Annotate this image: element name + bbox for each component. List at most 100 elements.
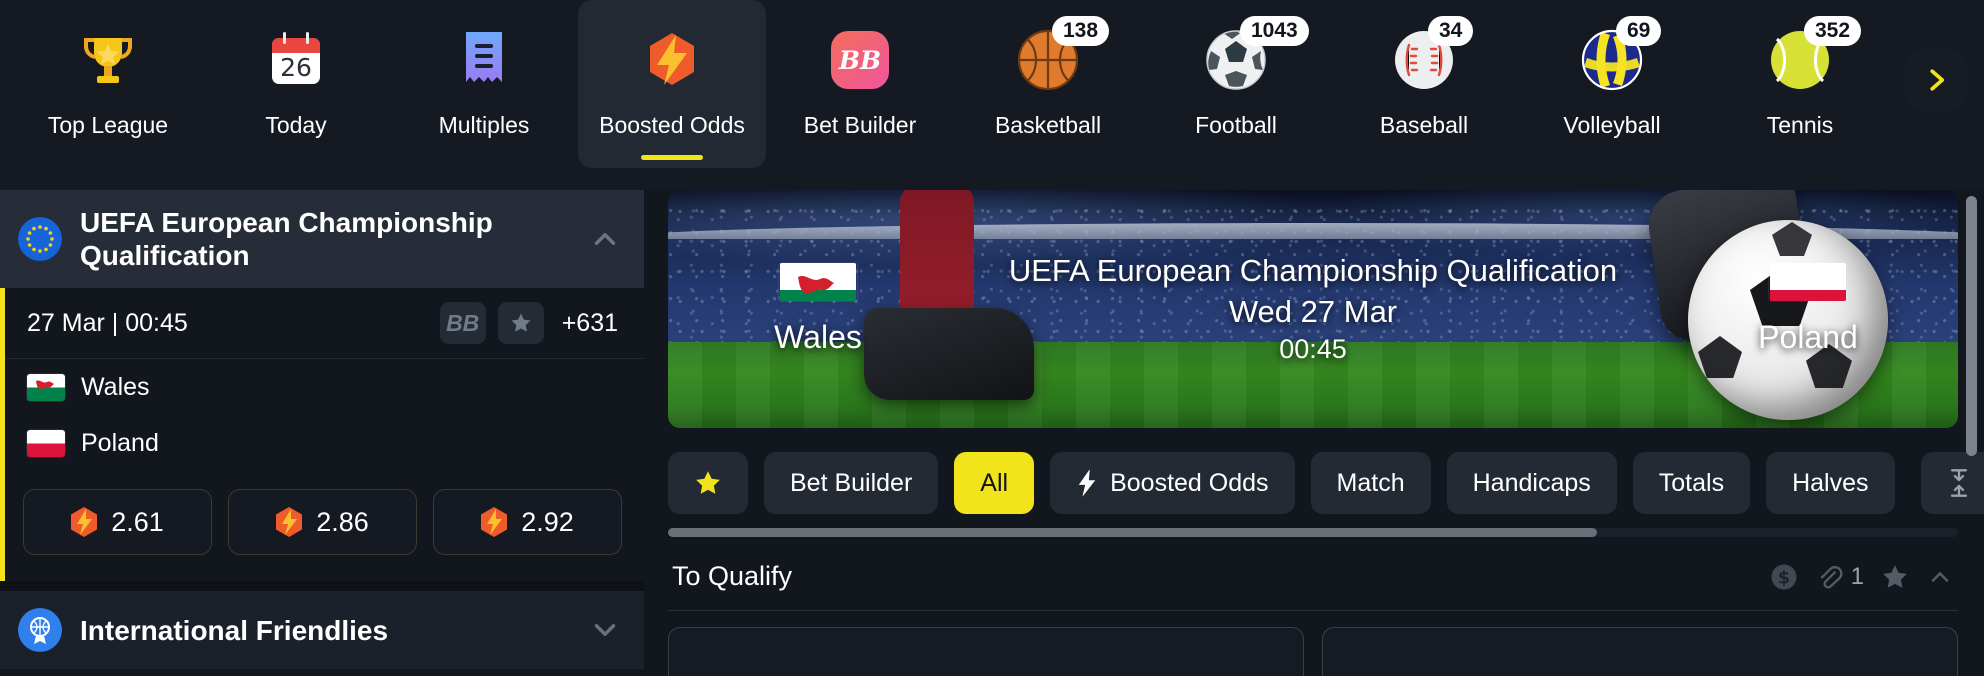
filters-horizontal-scrollbar[interactable] [668,528,1958,537]
filter-label: Halves [1792,468,1869,497]
poland-flag-icon [1769,262,1847,301]
bet-builder-bb-icon: BB [822,22,898,98]
match-detail-panel: Wales UEFA European Championship Qualifi… [668,190,1984,676]
hero-team-name: Poland [1758,318,1858,355]
hero-kickoff-time: 00:45 [1279,333,1347,364]
active-tab-indicator [641,155,703,160]
filter-bet-builder[interactable]: Bet Builder [764,452,939,514]
team-row-home: Wales [5,359,644,415]
nav-item-baseball[interactable]: 34 Baseball [1330,0,1518,168]
filter-match[interactable]: Match [1310,452,1431,514]
filter-label: All [980,468,1009,497]
boosted-lightning-icon [71,507,98,538]
nav-badge: 138 [1052,16,1110,47]
hero-match-info: UEFA European Championship Qualification… [968,253,1658,365]
tennis-ball-icon: 352 [1762,16,1862,98]
star-icon [511,313,531,332]
market-title: To Qualify [672,561,793,591]
market-link-count: 1 [1850,562,1864,590]
nav-item-boosted-odds[interactable]: Boosted Odds [578,0,766,168]
market-header[interactable]: To Qualify $ 1 [668,557,1958,611]
page-vertical-scrollbar[interactable] [1966,196,1977,666]
primary-nav: Top League 26 Today Multiples Boosted Od… [0,0,1984,190]
chevron-down-icon[interactable] [588,613,622,647]
filter-label: Match [1336,468,1405,497]
nav-item-label: Baseball [1379,112,1469,138]
team-name: Wales [81,372,150,401]
filter-boosted-odds[interactable]: Boosted Odds [1050,452,1295,514]
nav-item-label: Multiples [438,112,530,138]
league-name: International Friendlies [80,614,389,646]
baseball-icon: 34 [1386,16,1474,98]
nav-item-label: Today [265,112,327,138]
sidebar-divider [0,581,644,592]
svg-text:26: 26 [280,53,312,82]
international-friendlies-icon [18,608,62,653]
favourite-match-button[interactable] [497,302,544,345]
market-filters-section: Bet Builder All Boosted Odds Match Handi… [668,428,1984,537]
nav-item-bet-builder[interactable]: BB Bet Builder [766,0,954,168]
nav-item-basketball[interactable]: 138 Basketball [954,0,1142,168]
bet-builder-badge[interactable]: BB [439,302,486,345]
market-option-button[interactable] [1322,627,1958,676]
nav-item-label: Tennis [1766,112,1834,138]
chevron-right-icon [1930,69,1945,91]
scrollbar-thumb[interactable] [1966,196,1977,456]
league-header-international-friendlies[interactable]: International Friendlies [0,591,644,670]
filter-totals[interactable]: Totals [1632,452,1751,514]
svg-text:$: $ [1778,568,1790,588]
nav-item-multiples[interactable]: Multiples [390,0,578,168]
content-area: UEFA European Championship Qualification… [0,190,1984,676]
filter-label: Totals [1658,468,1725,497]
filter-favourites[interactable] [668,452,748,514]
filter-label: Boosted Odds [1110,468,1269,497]
odds-value: 2.92 [521,506,574,537]
app-root: Top League 26 Today Multiples Boosted Od… [0,0,1984,676]
league-name: UEFA European Championship Qualification [80,207,493,272]
nav-item-label: Boosted Odds [599,112,745,138]
league-header-uefa[interactable]: UEFA European Championship Qualification [0,190,644,289]
nav-item-label: Football [1195,112,1277,138]
paperclip-icon[interactable] [1815,563,1843,591]
hero-team-name: Wales [774,318,862,355]
lightning-bolt-icon [1078,469,1096,497]
filter-halves[interactable]: Halves [1766,452,1895,514]
match-datetime: 27 Mar | 00:45 [27,308,188,337]
odds-buttons: 2.61 2.86 2.92 [5,471,644,581]
boosted-lightning-icon [481,507,508,538]
hero-match-date: Wed 27 Mar [1228,293,1398,329]
wales-flag-icon [27,373,65,401]
nav-item-today[interactable]: 26 Today [202,0,390,168]
hero-league-name: UEFA European Championship Qualification [1008,253,1618,289]
chevron-up-icon[interactable] [588,222,622,256]
nav-scroll-right-button[interactable] [1902,46,1970,114]
boosted-lightning-icon [276,507,303,538]
nav-item-volleyball[interactable]: 69 Volleyball [1518,0,1706,168]
nav-item-label: Volleyball [1563,112,1661,138]
nav-item-tennis[interactable]: 352 Tennis [1706,0,1894,168]
odds-button[interactable]: 2.92 [433,489,622,556]
market-filter-tabs: Bet Builder All Boosted Odds Match Handi… [668,452,1984,514]
uefa-euro-flag-icon [18,217,62,262]
dollar-circle-icon[interactable]: $ [1769,562,1799,592]
chevron-up-icon[interactable] [1926,563,1954,591]
market-header-actions: $ 1 [1769,562,1954,592]
nav-item-label: Bet Builder [803,112,917,138]
nav-item-football[interactable]: 1043 Football [1142,0,1330,168]
odds-button[interactable]: 2.61 [23,489,212,556]
market-option-button[interactable] [668,627,1304,676]
hero-away-team: Poland [1658,262,1958,356]
nav-badge: 1043 [1240,16,1309,47]
nav-badge: 34 [1428,16,1474,47]
nav-badge: 352 [1804,16,1862,47]
odds-button[interactable]: 2.86 [228,489,417,556]
filter-handicaps[interactable]: Handicaps [1446,452,1617,514]
nav-item-top-league[interactable]: Top League [14,0,202,168]
filter-label: Bet Builder [790,468,913,497]
events-sidebar: UEFA European Championship Qualification… [0,190,644,676]
star-icon[interactable] [1880,562,1910,592]
basketball-icon: 138 [1010,16,1110,98]
more-markets-count[interactable]: +631 [562,309,618,338]
scrollbar-thumb[interactable] [668,528,1597,537]
filter-all[interactable]: All [954,452,1035,514]
